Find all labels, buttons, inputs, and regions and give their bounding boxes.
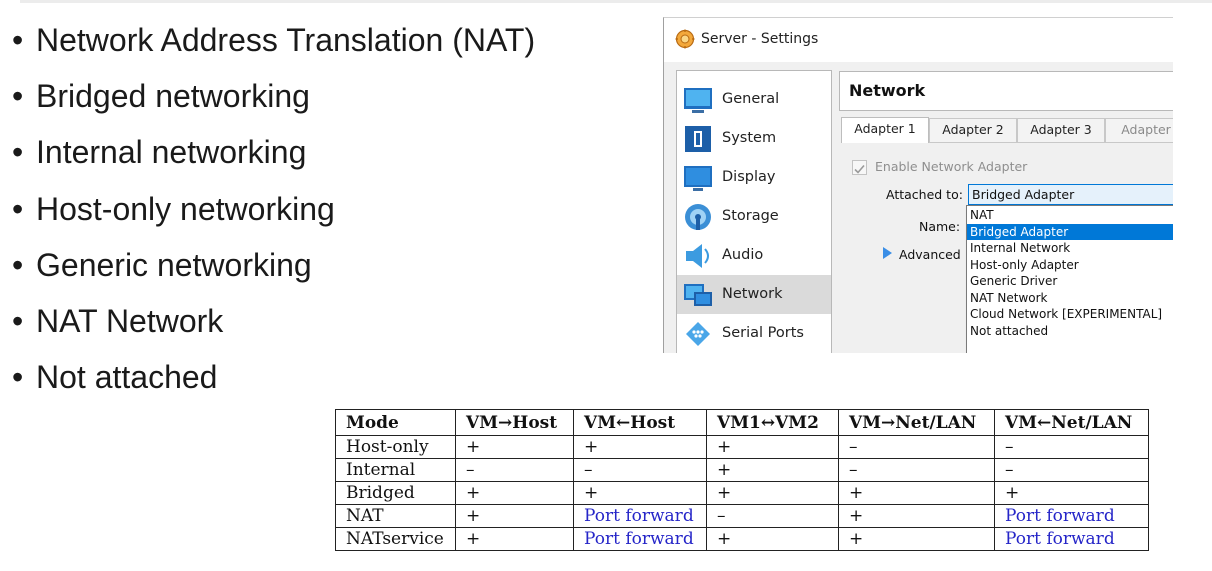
table-cell: +	[455, 481, 574, 505]
table-row: Bridged + + + + +	[335, 481, 1149, 505]
expand-arrow-icon[interactable]	[883, 247, 892, 259]
bullet-item: • Network Address Translation (NAT)	[12, 22, 536, 58]
table-cell: +	[706, 481, 839, 505]
bullet-list: • Network Address Translation (NAT) • Brid…	[12, 19, 535, 412]
dropdown-option-host-only-adapter[interactable]: Host-only Adapter	[967, 257, 1173, 274]
port-forward-link[interactable]: Port forward	[573, 527, 707, 551]
column-header: VM→Host	[455, 409, 574, 436]
table-header-row: Mode VM→Host VM←Host VM1↔VM2 VM→Net/LAN …	[335, 409, 1149, 436]
bullet-item: • NAT Network	[12, 302, 224, 339]
table-cell: +	[994, 481, 1149, 505]
table-cell: Internal	[335, 458, 456, 482]
sidebar-item-general[interactable]: General	[677, 80, 831, 119]
dropdown-option-nat-network[interactable]: NAT Network	[967, 290, 1173, 307]
display-icon	[684, 166, 712, 191]
network-modes-table: Mode VM→Host VM←Host VM1↔VM2 VM→Net/LAN …	[335, 409, 1149, 551]
port-forward-link[interactable]: Port forward	[994, 527, 1149, 551]
sidebar-item-storage[interactable]: Storage	[677, 197, 831, 236]
table-cell: +	[455, 527, 574, 551]
table-row: NAT + Port forward – + Port forward	[335, 504, 1149, 528]
attached-to-label: Attached to:	[886, 187, 963, 202]
table-cell: –	[455, 458, 574, 482]
bullet-item: • Not attached	[12, 359, 218, 396]
table-cell: Host-only	[335, 435, 456, 459]
storage-icon	[685, 204, 711, 230]
table-cell: –	[573, 458, 707, 482]
table-cell: –	[838, 435, 995, 459]
settings-window: Server - Settings General System Display…	[663, 17, 1173, 353]
tab-adapter-4[interactable]: Adapter	[1105, 118, 1173, 142]
enable-adapter-checkbox[interactable]	[852, 160, 867, 175]
table-cell: +	[573, 481, 707, 505]
checkmark-icon	[854, 164, 865, 174]
panel-header: Network	[839, 71, 1173, 111]
network-icon	[684, 284, 712, 306]
sidebar-item-audio[interactable]: Audio	[677, 236, 831, 275]
column-header: VM1↔VM2	[706, 409, 839, 436]
table-row: Host-only + + + – –	[335, 435, 1149, 459]
column-header: Mode	[335, 409, 456, 436]
advanced-toggle[interactable]: Advanced	[899, 247, 961, 262]
title-bar[interactable]: Server - Settings	[664, 18, 1173, 62]
bullet-item: • Host-only networking	[12, 190, 335, 227]
top-divider	[20, 0, 1212, 3]
sidebar-item-system[interactable]: System	[677, 119, 831, 158]
dropdown-option-generic-driver[interactable]: Generic Driver	[967, 273, 1173, 290]
enable-adapter-label: Enable Network Adapter	[875, 159, 1028, 174]
audio-icon	[686, 244, 709, 268]
bullet-item: • Bridged networking	[12, 78, 310, 115]
page-title: Network	[849, 81, 926, 100]
table-cell: Bridged	[335, 481, 456, 505]
table-cell: –	[706, 504, 839, 528]
table-cell: NAT	[335, 504, 456, 528]
sidebar-item-serial-ports[interactable]: Serial Ports	[677, 314, 831, 353]
bullet-item: • Internal networking	[12, 134, 307, 171]
dropdown-option-internal-network[interactable]: Internal Network	[967, 240, 1173, 257]
sidebar-item-display[interactable]: Display	[677, 158, 831, 197]
attached-to-dropdown: NAT Bridged Adapter Internal Network Hos…	[966, 205, 1173, 353]
table-cell: +	[706, 458, 839, 482]
serial-ports-icon	[686, 322, 710, 346]
table-row: Internal – – + – –	[335, 458, 1149, 482]
table-cell: +	[455, 504, 574, 528]
tab-adapter-2[interactable]: Adapter 2	[929, 118, 1017, 142]
table-cell: +	[573, 435, 707, 459]
system-icon	[685, 126, 711, 152]
table-row: NATservice + Port forward + + Port forwa…	[335, 527, 1149, 551]
attached-to-select[interactable]: Bridged Adapter	[968, 184, 1173, 205]
dropdown-option-bridged-adapter[interactable]: Bridged Adapter	[967, 223, 1173, 240]
table-cell: +	[706, 435, 839, 459]
column-header: VM←Net/LAN	[994, 409, 1149, 436]
dropdown-option-cloud-network[interactable]: Cloud Network [EXPERIMENTAL]	[967, 306, 1173, 323]
table-cell: +	[455, 435, 574, 459]
port-forward-link[interactable]: Port forward	[573, 504, 707, 528]
bullet-item: • Generic networking	[12, 246, 312, 283]
sidebar-item-network[interactable]: Network	[677, 275, 831, 314]
tab-adapter-1[interactable]: Adapter 1	[841, 117, 929, 143]
table-cell: –	[994, 435, 1149, 459]
dropdown-option-nat[interactable]: NAT	[967, 207, 1173, 224]
settings-sidebar: General System Display Storage Audio Net…	[676, 70, 832, 353]
column-header: VM→Net/LAN	[838, 409, 995, 436]
settings-body: General System Display Storage Audio Net…	[664, 62, 1173, 353]
virtualbox-app-icon	[675, 29, 695, 49]
table-cell: –	[994, 458, 1149, 482]
table-cell: +	[706, 527, 839, 551]
port-forward-link[interactable]: Port forward	[994, 504, 1149, 528]
table-cell: +	[838, 504, 995, 528]
table-cell: NATservice	[335, 527, 456, 551]
window-title: Server - Settings	[701, 31, 819, 47]
adapter-tabs: Adapter 1 Adapter 2 Adapter 3 Adapter	[841, 117, 1173, 143]
tab-adapter-3[interactable]: Adapter 3	[1017, 118, 1105, 142]
table-cell: –	[838, 458, 995, 482]
dropdown-option-not-attached[interactable]: Not attached	[967, 323, 1173, 340]
column-header: VM←Host	[573, 409, 707, 436]
table-cell: +	[838, 527, 995, 551]
name-label: Name:	[919, 219, 961, 234]
table-cell: +	[838, 481, 995, 505]
general-icon	[684, 88, 712, 113]
